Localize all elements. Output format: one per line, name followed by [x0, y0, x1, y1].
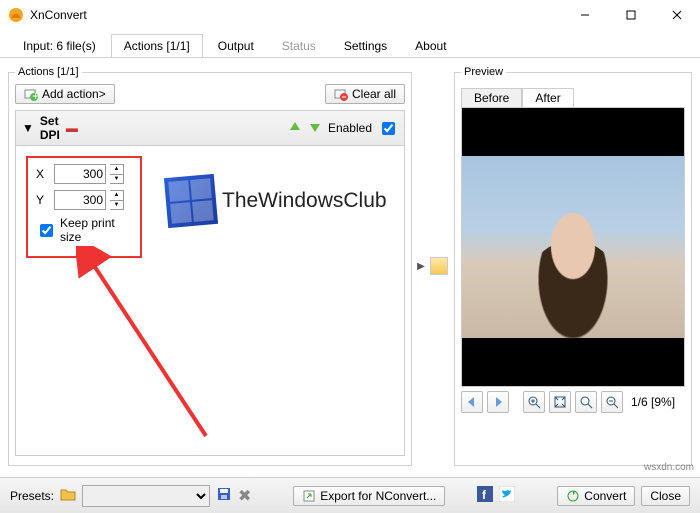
footer-bar: Presets: ✖ Export for NConvert... f Conv…	[0, 477, 700, 513]
keep-print-size-label: Keep print size	[60, 216, 132, 244]
tab-before[interactable]: Before	[461, 88, 522, 107]
presets-label: Presets:	[10, 489, 54, 503]
svg-text:+: +	[32, 89, 38, 101]
move-down-icon[interactable]	[308, 120, 322, 137]
fit-button[interactable]	[549, 391, 571, 413]
preview-legend: Preview	[461, 66, 506, 78]
delete-preset-icon[interactable]: ✖	[238, 486, 251, 506]
zoom-actual-button[interactable]	[575, 391, 597, 413]
x-spinner[interactable]: ▲▼	[110, 164, 124, 184]
maximize-button[interactable]	[608, 0, 654, 30]
close-button[interactable]: Close	[641, 486, 690, 506]
convert-button[interactable]: Convert	[557, 486, 635, 506]
facebook-icon[interactable]: f	[477, 486, 493, 505]
keep-print-size-checkbox[interactable]	[40, 224, 53, 237]
x-label: X	[36, 167, 50, 181]
tab-actions[interactable]: Actions [1/1]	[111, 34, 203, 57]
y-label: Y	[36, 193, 50, 207]
zoom-in-button[interactable]	[523, 391, 545, 413]
export-icon	[302, 489, 316, 503]
watermark-logo: TheWindowsClub	[166, 176, 387, 226]
actions-legend: Actions [1/1]	[15, 66, 82, 78]
tab-settings[interactable]: Settings	[331, 34, 400, 57]
y-value-input[interactable]	[54, 190, 106, 210]
tab-status[interactable]: Status	[269, 34, 329, 57]
close-window-button[interactable]	[654, 0, 700, 30]
presets-dropdown[interactable]	[82, 485, 210, 507]
minimize-button[interactable]	[562, 0, 608, 30]
tab-after[interactable]: After	[522, 88, 573, 107]
tab-output[interactable]: Output	[205, 34, 267, 57]
preview-image	[461, 107, 685, 387]
next-image-button[interactable]	[487, 391, 509, 413]
action-title: Set DPI	[40, 114, 60, 142]
main-tabs: Input: 6 file(s) Actions [1/1] Output St…	[0, 30, 700, 58]
add-action-button[interactable]: + Add action>	[15, 84, 115, 104]
export-nconvert-button[interactable]: Export for NConvert...	[293, 486, 445, 506]
zoom-out-button[interactable]	[601, 391, 623, 413]
add-icon: +	[24, 87, 38, 101]
dpi-settings-box: X ▲▼ Y ▲▼ Keep print size	[26, 156, 142, 258]
enabled-label: Enabled	[328, 121, 372, 135]
x-value-input[interactable]	[54, 164, 106, 184]
window-title: XnConvert	[30, 8, 562, 22]
collapse-icon[interactable]: ▼	[22, 121, 34, 135]
y-spinner[interactable]: ▲▼	[110, 190, 124, 210]
tab-input[interactable]: Input: 6 file(s)	[10, 34, 109, 57]
action-header: ▼ Set DPI ▬ Enabled	[15, 110, 405, 146]
remove-action-icon[interactable]: ▬	[66, 121, 78, 135]
tab-about[interactable]: About	[402, 34, 459, 57]
twitter-icon[interactable]	[499, 486, 515, 505]
preview-counter: 1/6 [9%]	[631, 395, 675, 409]
preview-icon[interactable]	[430, 257, 448, 275]
save-preset-icon[interactable]	[216, 486, 232, 505]
prev-image-button[interactable]	[461, 391, 483, 413]
actions-fieldset: Actions [1/1] + Add action> Clear all ▼ …	[8, 66, 412, 466]
enabled-checkbox[interactable]	[382, 122, 395, 135]
presets-open-icon[interactable]	[60, 487, 76, 504]
clear-all-button[interactable]: Clear all	[325, 84, 405, 104]
clear-icon	[334, 87, 348, 101]
convert-icon	[566, 489, 580, 503]
app-logo-icon	[8, 7, 24, 23]
watermark-text: wsxdn.com	[644, 462, 694, 473]
panel-separator-icon[interactable]: ▶	[418, 66, 424, 466]
move-up-icon[interactable]	[288, 120, 302, 137]
annotation-arrow	[76, 246, 226, 446]
preview-fieldset: Preview Before After 1/6 [9%]	[454, 66, 692, 466]
